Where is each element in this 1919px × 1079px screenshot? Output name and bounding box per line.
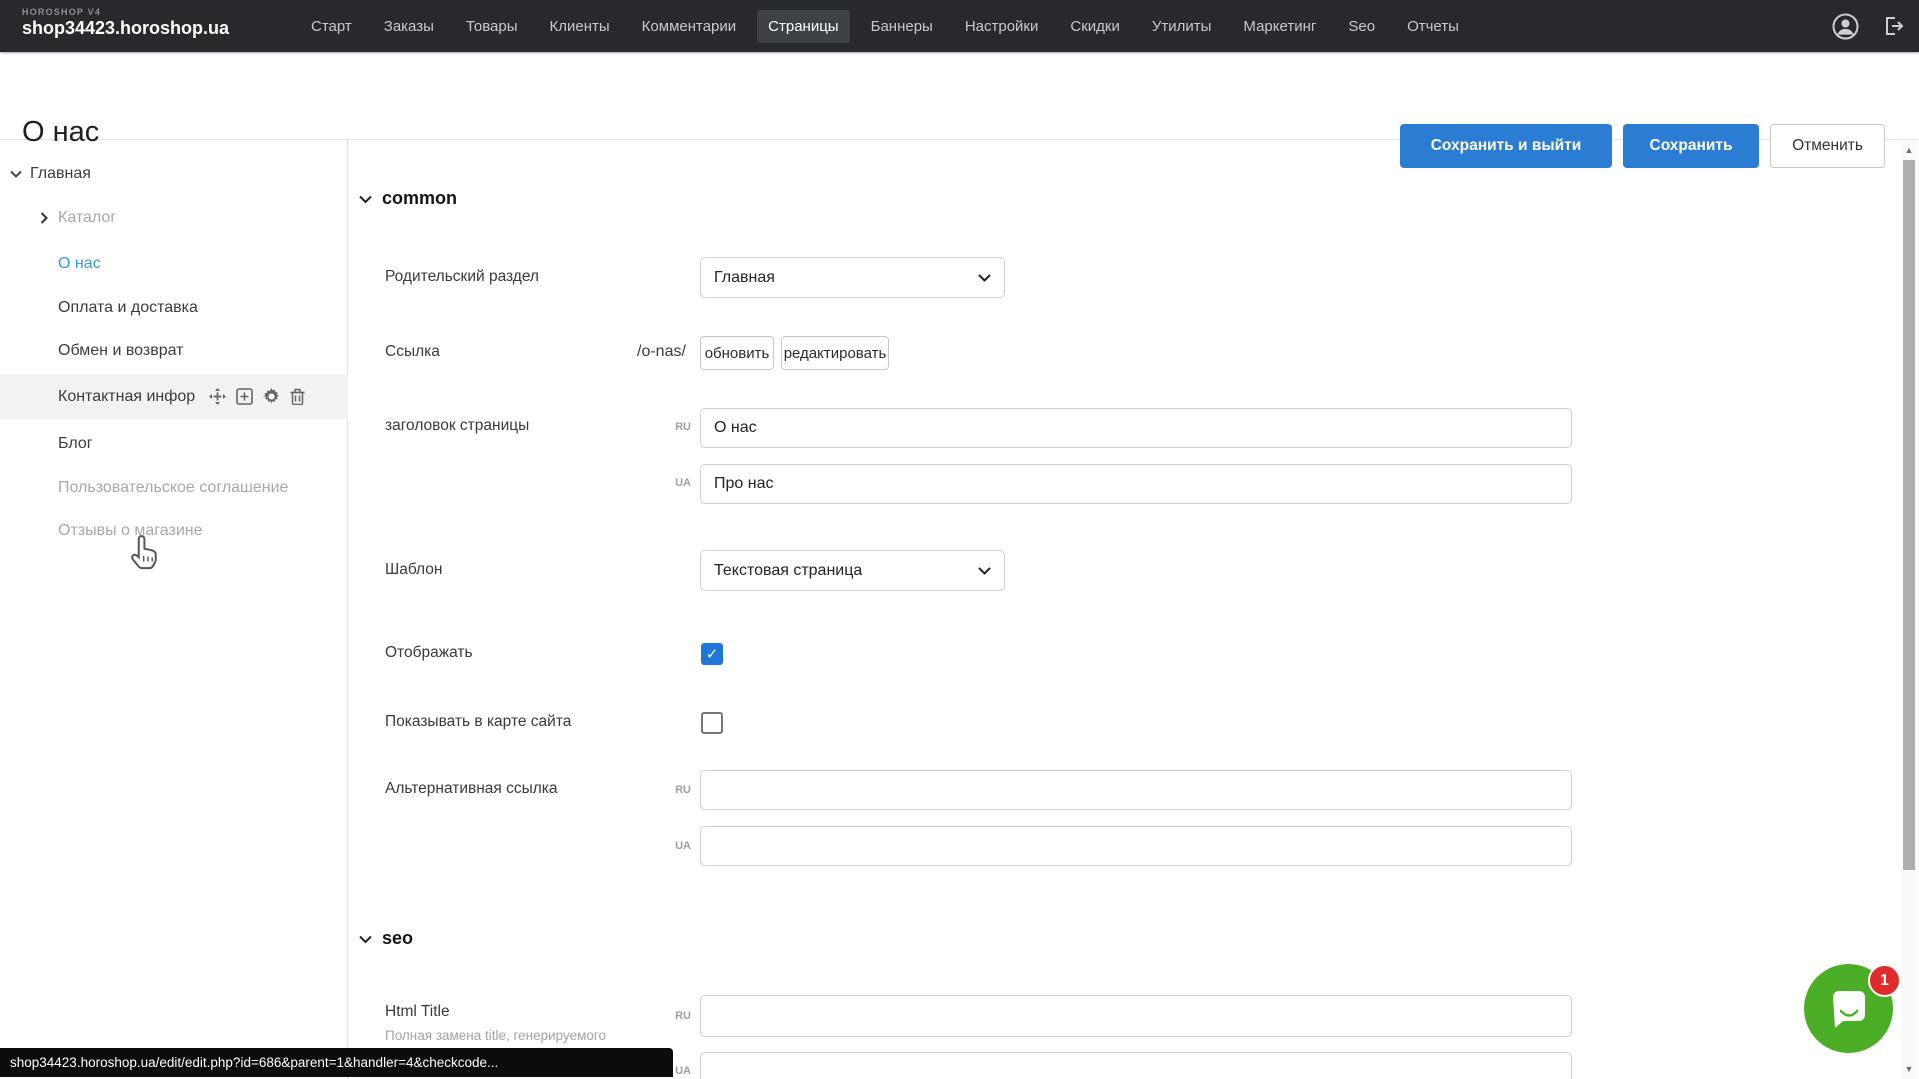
nav-item-utilities[interactable]: Утилиты (1141, 10, 1223, 43)
nav-item-seo[interactable]: Seo (1337, 10, 1386, 43)
html-title-label: Html Title (385, 1003, 450, 1021)
link-edit-button[interactable]: редактировать (781, 336, 889, 370)
top-navigation: Старт Заказы Товары Клиенты Комментарии … (300, 0, 1470, 52)
lang-badge-ru: RU (661, 1010, 691, 1022)
logo-domain: shop34423.horoshop.ua (22, 18, 229, 39)
lang-badge-ru: RU (661, 784, 691, 796)
nav-item-orders[interactable]: Заказы (373, 10, 445, 43)
parent-section-select[interactable]: Главная (700, 257, 1005, 298)
scrollbar-thumb[interactable] (1903, 160, 1915, 870)
logo-version-label: HOROSHOP V4 (22, 7, 229, 17)
link-path-value: /o-nas/ (637, 343, 686, 361)
page-title-ua-input[interactable] (700, 464, 1572, 504)
nav-item-settings[interactable]: Настройки (954, 10, 1050, 43)
nav-item-comments[interactable]: Комментарии (631, 10, 747, 43)
link-update-button[interactable]: обновить (700, 336, 774, 370)
lang-badge-ru: RU (661, 421, 691, 433)
tree-item-kontaktnaya[interactable]: Контактная инфор (0, 374, 348, 419)
chevron-down-icon (359, 928, 372, 949)
chat-unread-badge: 1 (1868, 964, 1901, 997)
page-header: О нас Сохранить и выйти Сохранить Отмени… (0, 52, 1919, 140)
link-label: Ссылка (385, 343, 440, 361)
select-value: Текстовая страница (714, 562, 978, 580)
section-title: seo (382, 928, 413, 949)
nav-item-reports[interactable]: Отчеты (1396, 10, 1470, 43)
logout-icon[interactable] (1881, 14, 1905, 38)
display-checkbox[interactable]: ✓ (701, 643, 723, 665)
tree-item-glavnaya[interactable]: Главная (0, 156, 348, 192)
template-label: Шаблон (385, 561, 442, 579)
save-button[interactable]: Сохранить (1623, 124, 1759, 168)
html-title-ua-input[interactable] (700, 1052, 1572, 1079)
select-value: Главная (714, 269, 978, 287)
tree-item-label: Обмен и возврат (58, 342, 183, 360)
scroll-down-icon[interactable]: ▼ (1901, 1061, 1917, 1077)
tree-item-label: Пользовательское соглашение (58, 479, 288, 497)
lang-badge-ua: UA (661, 840, 691, 852)
tree-item-label: Оплата и доставка (58, 299, 198, 317)
nav-item-products[interactable]: Товары (455, 10, 529, 43)
add-page-icon[interactable] (236, 388, 253, 405)
tree-item-label: Каталог (58, 209, 116, 227)
status-url-tooltip: shop34423.horoshop.ua/edit/edit.php?id=6… (0, 1048, 673, 1077)
nav-item-discounts[interactable]: Скидки (1059, 10, 1130, 43)
tree-item-katalog[interactable]: Каталог (0, 200, 348, 236)
save-exit-button[interactable]: Сохранить и выйти (1400, 124, 1612, 168)
tree-item-label: Отзывы о магазине (58, 522, 203, 540)
nav-item-banners[interactable]: Баннеры (860, 10, 944, 43)
page-title-ru-input[interactable] (700, 408, 1572, 448)
alt-link-label: Альтернативная ссылка (385, 780, 558, 798)
tree-item-label: О нас (58, 255, 101, 273)
cancel-button[interactable]: Отменить (1770, 124, 1885, 168)
chat-bubble-icon (1827, 987, 1871, 1031)
topbar-icons (1832, 0, 1905, 52)
html-title-ru-input[interactable] (700, 995, 1572, 1037)
delete-trash-icon[interactable] (290, 388, 305, 405)
tree-item-obmen[interactable]: Обмен и возврат (0, 333, 348, 369)
section-title: common (382, 188, 457, 209)
chevron-down-icon (978, 562, 991, 580)
nav-item-marketing[interactable]: Маркетинг (1232, 10, 1327, 43)
html-title-note: Полная замена title, генерируемого (385, 1028, 606, 1043)
section-common[interactable]: common (359, 188, 457, 209)
check-icon: ✓ (706, 645, 719, 663)
sitemap-checkbox[interactable] (701, 712, 723, 734)
display-label: Отображать (385, 644, 473, 662)
tree-item-oplata[interactable]: Оплата и доставка (0, 290, 348, 326)
tree-item-otzyvy[interactable]: Отзывы о магазине (0, 513, 348, 549)
alt-link-ua-input[interactable] (700, 826, 1572, 866)
topbar: HOROSHOP V4 shop34423.horoshop.ua Старт … (0, 0, 1919, 52)
chevron-down-icon[interactable] (6, 170, 26, 178)
tree-item-actions (209, 388, 305, 405)
page-edit-form: common Родительский раздел Главная Ссылк… (349, 140, 1900, 1079)
account-icon[interactable] (1832, 13, 1859, 40)
tree-item-blog[interactable]: Блог (0, 426, 348, 462)
logo[interactable]: HOROSHOP V4 shop34423.horoshop.ua (22, 7, 229, 39)
chevron-right-icon[interactable] (34, 212, 54, 224)
scroll-up-icon[interactable]: ▲ (1901, 142, 1917, 158)
vertical-scrollbar[interactable]: ▲ ▼ (1901, 140, 1917, 1079)
settings-gear-icon[interactable] (263, 388, 280, 405)
nav-item-pages[interactable]: Страницы (757, 10, 849, 43)
page: HOROSHOP V4 shop34423.horoshop.ua Старт … (0, 0, 1919, 1079)
nav-item-start[interactable]: Старт (300, 10, 363, 43)
nav-item-clients[interactable]: Клиенты (539, 10, 621, 43)
alt-link-ru-input[interactable] (700, 770, 1572, 810)
lang-badge-ua: UA (661, 477, 691, 489)
parent-section-label: Родительский раздел (385, 268, 539, 286)
tree-item-soglashenie[interactable]: Пользовательское соглашение (0, 470, 348, 506)
sitemap-label: Показывать в карте сайта (385, 713, 571, 731)
tree-item-label: Главная (30, 165, 91, 183)
chevron-down-icon (978, 269, 991, 287)
chevron-down-icon (359, 188, 372, 209)
tree-item-label: Контактная инфор (58, 388, 195, 406)
tree-item-label: Блог (58, 435, 93, 453)
tree-item-o-nas[interactable]: О нас (0, 246, 348, 282)
move-icon[interactable] (209, 388, 226, 405)
page-title-field-label: заголовок страницы (385, 417, 529, 435)
template-select[interactable]: Текстовая страница (700, 550, 1005, 591)
page-title: О нас (22, 116, 99, 149)
section-seo[interactable]: seo (359, 928, 413, 949)
pages-tree-sidebar: Главная Каталог О нас Оплата и доставка … (0, 140, 348, 1079)
